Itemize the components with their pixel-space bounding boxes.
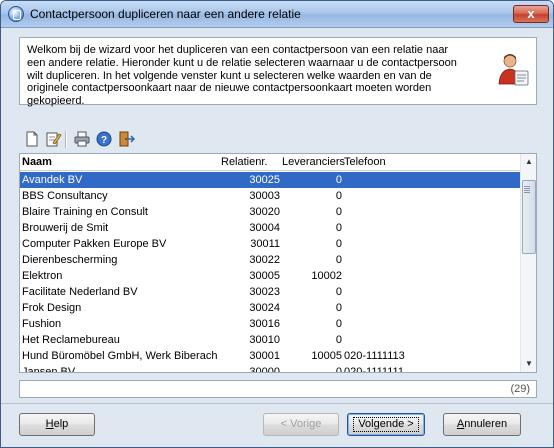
column-header-telefoon[interactable]: Telefoon <box>344 156 386 168</box>
cell-relatienr: 30022 <box>249 254 280 266</box>
relations-table: Naam Relatienr. Leveranciers Telefoon Av… <box>19 153 537 373</box>
svg-text:?: ? <box>101 135 107 146</box>
table-row[interactable]: Het Reclamebureau 30010 0 <box>20 332 520 348</box>
cell-name: Jansen BV <box>22 366 76 373</box>
column-header-leverancier[interactable]: Leveranciers <box>282 156 345 168</box>
cell-name: Blaire Training en Consult <box>22 206 148 218</box>
cell-leverancier: 0 <box>335 222 342 234</box>
help-button[interactable]: Help <box>19 413 95 436</box>
cell-leverancier: 0 <box>335 366 342 373</box>
column-header-relatienr[interactable]: Relatienr. <box>221 156 267 168</box>
cell-relatienr: 30000 <box>249 366 280 373</box>
cell-name: Facilitate Nederland BV <box>22 286 138 298</box>
status-bar: (29) <box>19 380 537 398</box>
cell-leverancier: 0 <box>335 286 342 298</box>
cell-name: Dierenbescherming <box>22 254 118 266</box>
scroll-up-icon[interactable]: ▲ <box>521 154 536 170</box>
window-title: Contactpersoon dupliceren naar een ander… <box>30 7 301 21</box>
cell-relatienr: 30023 <box>249 286 280 298</box>
cell-relatienr: 30010 <box>249 334 280 346</box>
cell-name: Computer Pakken Europe BV <box>22 238 167 250</box>
table-row[interactable]: Brouwerij de Smit 30004 0 <box>20 220 520 236</box>
intro-panel: Welkom bij de wizard voor het dupliceren… <box>19 37 537 108</box>
table-row[interactable]: Avandek BV 30025 0 <box>20 172 520 188</box>
cell-relatienr: 30005 <box>249 270 280 282</box>
table-header: Naam Relatienr. Leveranciers Telefoon <box>20 154 520 171</box>
cancel-button-rest: nnuleren <box>464 418 508 430</box>
back-button[interactable]: < Vorige <box>263 413 339 436</box>
cell-relatienr: 30016 <box>249 318 280 330</box>
intro-text: Welkom bij de wizard voor het dupliceren… <box>27 44 457 108</box>
cell-leverancier: 0 <box>335 206 342 218</box>
close-button[interactable]: x <box>513 5 549 23</box>
next-button-label: Volgende > <box>353 417 419 432</box>
cell-relatienr: 30001 <box>249 350 280 362</box>
toolbar-separator <box>65 131 67 148</box>
next-button[interactable]: Volgende > <box>347 413 425 436</box>
cell-leverancier: 0 <box>335 254 342 266</box>
cell-name: Frok Design <box>22 302 82 314</box>
footer-divider <box>1 403 553 404</box>
cell-name: Fushion <box>22 318 62 330</box>
cell-leverancier: 0 <box>335 174 342 186</box>
table-row[interactable]: Computer Pakken Europe BV 30011 0 <box>20 236 520 252</box>
cell-leverancier: 0 <box>335 302 342 314</box>
cancel-button[interactable]: Annuleren <box>443 413 521 436</box>
record-count: (29) <box>510 383 530 395</box>
cell-leverancier: 10005 <box>311 350 342 362</box>
table-row[interactable]: BBS Consultancy 30003 0 <box>20 188 520 204</box>
cell-name: BBS Consultancy <box>22 190 108 202</box>
help-button-rest: elp <box>53 418 69 430</box>
person-icon <box>498 52 530 88</box>
dialog-window: Contactpersoon dupliceren naar een ander… <box>0 0 554 448</box>
scroll-thumb[interactable] <box>522 180 536 254</box>
table-row[interactable]: Frok Design 30024 0 <box>20 300 520 316</box>
table-row[interactable]: Jansen BV 30000 0 020-1111111 <box>20 364 520 373</box>
cell-name: Brouwerij de Smit <box>22 222 109 234</box>
cell-telefoon: 020-1111111 <box>344 366 404 373</box>
exit-icon[interactable] <box>117 130 135 148</box>
table-row[interactable]: Blaire Training en Consult 30020 0 <box>20 204 520 220</box>
scroll-grip-icon <box>524 186 530 187</box>
table-body: Avandek BV 30025 0 BBS Consultancy 30003 0 B… <box>20 172 520 373</box>
column-header-name[interactable]: Naam <box>22 156 52 168</box>
cell-leverancier: 0 <box>335 190 342 202</box>
toolbar: ? <box>19 127 537 153</box>
table-row[interactable]: Hund Büromöbel GmbH, Werk Biberach 30001 1… <box>20 348 520 364</box>
cell-relatienr: 30025 <box>249 174 280 186</box>
cell-leverancier: 0 <box>335 334 342 346</box>
cell-relatienr: 30004 <box>249 222 280 234</box>
cell-telefoon: 020-1111113 <box>344 350 405 362</box>
cell-name: Het Reclamebureau <box>22 334 120 346</box>
cell-name: Elektron <box>22 270 63 282</box>
table-row[interactable]: Dierenbescherming 30022 0 <box>20 252 520 268</box>
cell-name: Hund Büromöbel GmbH, Werk Biberach <box>22 350 218 362</box>
table-row[interactable]: Facilitate Nederland BV 30023 0 <box>20 284 520 300</box>
help-icon[interactable]: ? <box>95 130 113 148</box>
cell-name: Avandek BV <box>22 174 83 186</box>
print-icon[interactable] <box>73 130 91 148</box>
cell-relatienr: 30003 <box>249 190 280 202</box>
table-row[interactable]: Fushion 30016 0 <box>20 316 520 332</box>
scroll-down-icon[interactable]: ▼ <box>521 356 536 372</box>
help-button-key: H <box>45 418 54 430</box>
edit-document-icon[interactable] <box>44 130 62 148</box>
cell-leverancier: 0 <box>335 238 342 250</box>
cell-relatienr: 30024 <box>249 302 280 314</box>
vertical-scrollbar[interactable]: ▲ ▼ <box>520 154 536 372</box>
table-row[interactable]: Elektron 30005 10002 <box>20 268 520 284</box>
cell-relatienr: 30020 <box>249 206 280 218</box>
cell-leverancier: 10002 <box>311 270 342 282</box>
cell-leverancier: 0 <box>335 318 342 330</box>
app-icon <box>8 6 24 22</box>
cell-relatienr: 30011 <box>250 238 280 250</box>
back-button-label: < Vorige <box>280 418 322 430</box>
title-bar[interactable]: Contactpersoon dupliceren naar een ander… <box>1 1 553 28</box>
new-document-icon[interactable] <box>23 130 41 148</box>
